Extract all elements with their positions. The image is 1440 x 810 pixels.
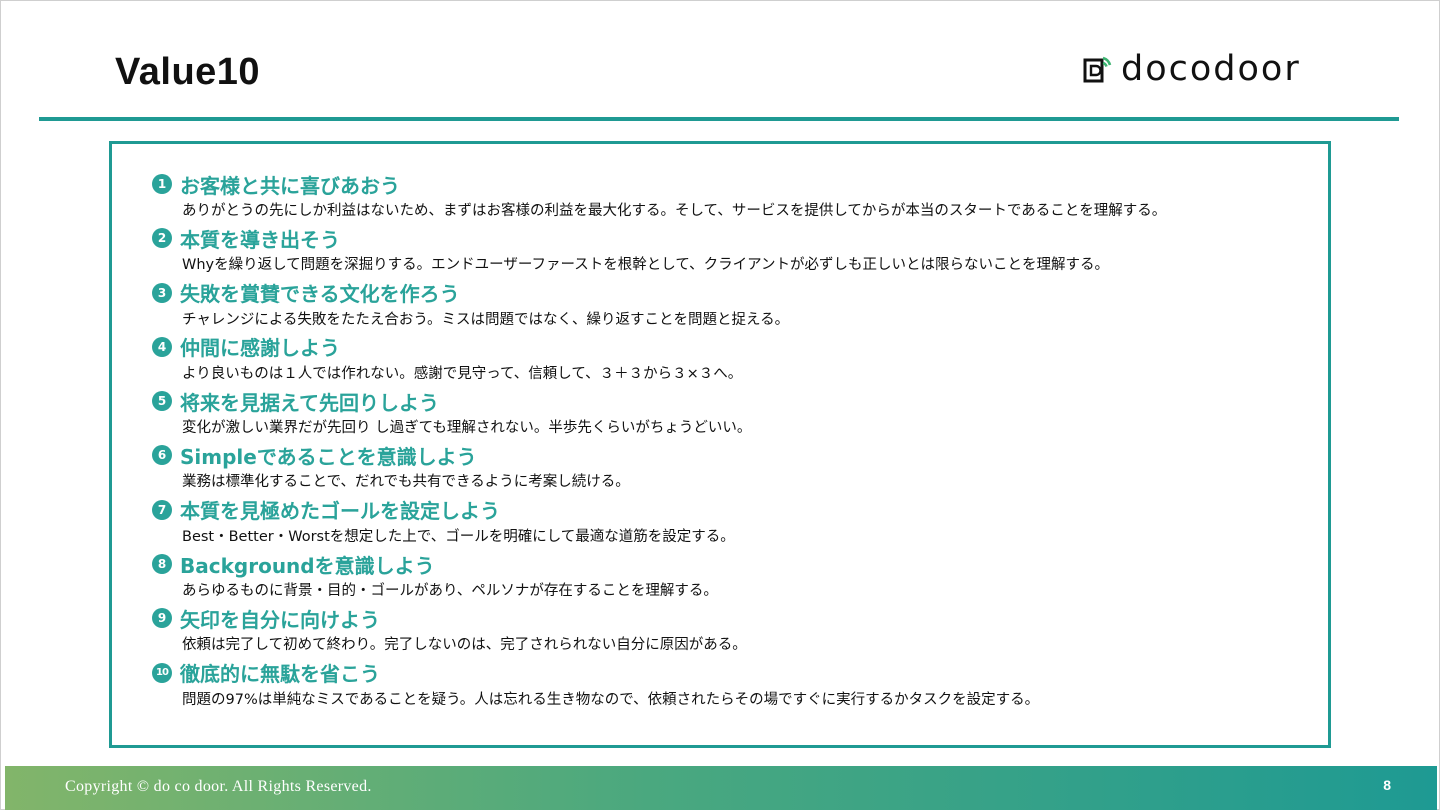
logo-wordmark: docodoor — [1121, 48, 1301, 89]
value-description: 変化が激しい業界だが先回り し過ぎても理解されない。半歩先くらいがちょうどいい。 — [182, 420, 752, 437]
footer-bar: Copyright © do co door. All Rights Reser… — [5, 766, 1437, 810]
values-list: 1 お客様と共に喜びあおう ありがとうの先にしか利益はないため、まずはお客様の利益… — [152, 170, 1308, 713]
value-heading: 失敗を賞賛できる文化を作ろう — [180, 282, 460, 307]
value-item: 10 徹底的に無駄を省こう 問題の97%は単純なミスであることを疑う。人は忘れる生… — [152, 659, 1308, 713]
slide-title: Value10 — [115, 51, 261, 93]
value-description: Best・Better・Worstを想定した上で、ゴールを明確にして最適な道筋を… — [182, 528, 735, 545]
circled-number-icon: 1 — [152, 174, 172, 194]
slide: Value10 docodoor 1 お客様と共に喜びあおう ありがとうの先にしか… — [0, 0, 1440, 810]
circled-number-icon: 4 — [152, 336, 172, 357]
docodoor-logo: docodoor — [1083, 51, 1301, 87]
circled-number-icon: 3 — [152, 282, 172, 303]
value-description: あらゆるものに背景・目的・ゴールがあり、ペルソナが存在することを理解する。 — [182, 583, 718, 600]
page-number: 8 — [1383, 777, 1391, 793]
door-signal-icon — [1083, 56, 1112, 83]
value-item: 7 本質を見極めたゴールを設定しよう Best・Better・Worstを想定した… — [152, 496, 1308, 550]
value-heading: 本質を見極めたゴールを設定しよう — [180, 499, 500, 524]
value-heading: 矢印を自分に向けよう — [180, 607, 380, 632]
value-description: チャレンジによる失敗をたたえ合おう。ミスは問題ではなく、繰り返すことを問題と捉え… — [182, 311, 790, 328]
value-heading: お客様と共に喜びあおう — [180, 173, 400, 198]
value-description: ありがとうの先にしか利益はないため、まずはお客様の利益を最大化する。そして、サー… — [182, 203, 1167, 219]
value-heading: 本質を導き出そう — [180, 227, 340, 252]
value-item: 3 失敗を賞賛できる文化を作ろう チャレンジによる失敗をたたえ合おう。ミスは問題で… — [152, 279, 1308, 333]
value-heading: 徹底的に無駄を省こう — [180, 662, 380, 687]
value-item: 2 本質を導き出そう Whyを繰り返して問題を深掘りする。エンドユーザーファースト… — [152, 224, 1308, 278]
value-item: 1 お客様と共に喜びあおう ありがとうの先にしか利益はないため、まずはお客様の利益… — [152, 170, 1308, 224]
circled-number-icon: 9 — [152, 608, 172, 629]
values-frame: 1 お客様と共に喜びあおう ありがとうの先にしか利益はないため、まずはお客様の利益… — [109, 141, 1331, 748]
value-description: より良いものは１人では作れない。感謝で見守って、信頼して、３＋３から３×３へ。 — [182, 365, 743, 382]
circled-number-icon: 10 — [152, 662, 172, 683]
circled-number-icon: 2 — [152, 228, 172, 249]
circled-number-icon: 7 — [152, 499, 172, 520]
value-item: 4 仲間に感謝しよう より良いものは１人では作れない。感謝で見守って、信頼して、３… — [152, 333, 1308, 387]
value-heading: 仲間に感謝しよう — [180, 336, 340, 361]
value-item: 5 将来を見据えて先回りしよう 変化が激しい業界だが先回り し過ぎても理解されない… — [152, 387, 1308, 441]
value-description: 業務は標準化することで、だれでも共有できるように考案し続ける。 — [182, 474, 630, 491]
circled-number-icon: 5 — [152, 391, 172, 412]
circled-number-icon: 8 — [152, 554, 172, 575]
circled-number-icon: 6 — [152, 445, 172, 466]
value-heading: 将来を見据えて先回りしよう — [180, 390, 439, 415]
value-item: 8 Backgroundを意識しよう あらゆるものに背景・目的・ゴールがあり、ペル… — [152, 550, 1308, 604]
value-description: Whyを繰り返して問題を深掘りする。エンドユーザーファーストを根幹として、クライ… — [182, 257, 1110, 274]
value-heading: Simpleであることを意識しよう — [180, 444, 477, 469]
value-description: 問題の97%は単純なミスであることを疑う。人は忘れる生き物なので、依頼されたらそ… — [182, 691, 1040, 708]
value-item: 9 矢印を自分に向けよう 依頼は完了して初めて終わり。完了しないのは、完了されられ… — [152, 604, 1308, 658]
header-divider — [39, 117, 1399, 121]
value-description: 依頼は完了して初めて終わり。完了しないのは、完了されられない自分に原因がある。 — [182, 637, 747, 654]
value-item: 6 Simpleであることを意識しよう 業務は標準化することで、だれでも共有できる… — [152, 441, 1308, 495]
value-heading: Backgroundを意識しよう — [180, 553, 435, 578]
copyright-text: Copyright © do co door. All Rights Reser… — [65, 778, 372, 795]
